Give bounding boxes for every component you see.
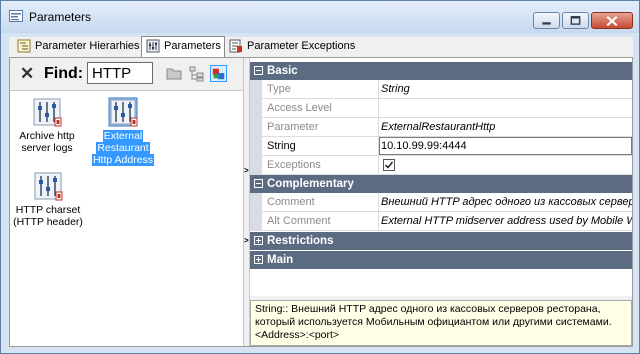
minimize-button[interactable] bbox=[533, 12, 560, 29]
tab-label: Parameters bbox=[164, 40, 221, 52]
parameter-icon bbox=[108, 97, 138, 127]
category-complementary[interactable]: Complementary bbox=[250, 175, 632, 193]
property-value: Внешний HTTP адрес одного из кассовых се… bbox=[381, 196, 632, 208]
property-row-alt-comment[interactable]: Alt Comment External HTTP midserver addr… bbox=[250, 212, 632, 231]
row-gutter bbox=[250, 193, 262, 212]
tab-label: Parameter Hierarhies bbox=[35, 40, 140, 52]
checkmark-icon bbox=[384, 161, 394, 169]
row-gutter bbox=[250, 156, 262, 175]
property-row-exceptions[interactable]: Exceptions bbox=[250, 156, 632, 175]
collapse-icon[interactable] bbox=[254, 179, 263, 188]
row-gutter bbox=[250, 99, 262, 118]
property-value: String bbox=[381, 83, 410, 95]
item-label: Archive http bbox=[19, 130, 75, 142]
property-row-type[interactable]: Type String bbox=[250, 80, 632, 99]
tree-view-icon[interactable] bbox=[188, 65, 205, 82]
row-gutter bbox=[250, 118, 262, 137]
tab-parameter-exceptions[interactable]: Parameter Exceptions bbox=[225, 37, 355, 57]
expand-icon[interactable] bbox=[254, 255, 263, 264]
item-label: Restaurant bbox=[96, 142, 150, 154]
property-row-string[interactable]: String 10.10.99.99:4444 bbox=[250, 137, 632, 156]
property-name: Exceptions bbox=[267, 156, 379, 174]
description-text: <Address>:<port> bbox=[255, 329, 340, 341]
parameter-icon bbox=[34, 172, 63, 201]
property-value: ExternalRestaurantHttp bbox=[381, 121, 496, 133]
title-bar[interactable]: Parameters bbox=[1, 1, 639, 33]
item-label: HTTP charset bbox=[15, 204, 81, 216]
list-item-http-charset[interactable]: HTTP charset (HTTP header) bbox=[12, 170, 84, 228]
maximize-button[interactable] bbox=[562, 12, 589, 29]
property-row-parameter[interactable]: Parameter ExternalRestaurantHttp bbox=[250, 118, 632, 137]
exceptions-icon bbox=[229, 39, 242, 53]
folder-icon[interactable] bbox=[166, 65, 183, 82]
tab-label: Parameter Exceptions bbox=[247, 40, 356, 52]
tab-content: ✕ Find: Archive http server logs Externa… bbox=[9, 57, 633, 347]
parameters-window: Parameters Parameter Hierarhies Paramete… bbox=[0, 0, 640, 354]
category-label: Restrictions bbox=[267, 235, 334, 247]
pane-splitter[interactable]: > > bbox=[243, 58, 250, 346]
find-toolbar: ✕ Find: bbox=[10, 58, 243, 91]
expand-icon[interactable] bbox=[254, 236, 263, 245]
property-name: Access Level bbox=[267, 99, 379, 117]
app-icon bbox=[9, 10, 23, 22]
maximize-icon bbox=[570, 16, 581, 25]
window-title: Parameters bbox=[29, 10, 92, 24]
close-button[interactable] bbox=[591, 12, 633, 29]
item-label: Http Address bbox=[91, 154, 155, 166]
property-name: Type bbox=[267, 80, 379, 98]
hierarchy-icon bbox=[17, 39, 31, 53]
row-gutter bbox=[250, 80, 262, 99]
list-item-external-restaurant-http-address[interactable]: External Restaurant Http Address bbox=[88, 96, 158, 166]
large-icons-view-icon[interactable] bbox=[210, 65, 227, 82]
item-label: server logs bbox=[21, 142, 73, 154]
category-basic[interactable]: Basic bbox=[250, 62, 632, 80]
description-text: String:: Внешний HTTP адрес одного из ка… bbox=[255, 303, 601, 315]
close-icon bbox=[606, 16, 618, 27]
category-restrictions[interactable]: Restrictions bbox=[250, 232, 632, 250]
tab-parameters[interactable]: Parameters bbox=[141, 36, 225, 57]
property-value: External HTTP midserver address used by … bbox=[381, 215, 632, 227]
category-label: Basic bbox=[267, 65, 298, 77]
row-gutter bbox=[250, 137, 262, 156]
parameters-icon bbox=[146, 39, 160, 53]
description-panel: String:: Внешний HTTP адрес одного из ка… bbox=[250, 300, 632, 346]
chevron-right-icon[interactable]: > bbox=[244, 236, 249, 245]
parameter-list-pane: ✕ Find: Archive http server logs Externa… bbox=[10, 58, 243, 346]
find-label: Find: bbox=[44, 65, 84, 82]
property-name: Alt Comment bbox=[267, 212, 379, 230]
property-name: String bbox=[267, 137, 379, 155]
category-main[interactable]: Main bbox=[250, 251, 632, 269]
description-text: который используется Мобильным официанто… bbox=[255, 316, 612, 328]
clear-find-icon[interactable]: ✕ bbox=[20, 65, 34, 82]
property-row-comment[interactable]: Comment Внешний HTTP адрес одного из кас… bbox=[250, 193, 632, 212]
item-label: External bbox=[102, 130, 144, 142]
minimize-icon bbox=[542, 22, 551, 25]
tab-strip: Parameter Hierarhies Parameters Paramete… bbox=[9, 36, 633, 57]
collapse-icon[interactable] bbox=[254, 66, 263, 75]
list-item-archive-http-server-logs[interactable]: Archive http server logs bbox=[16, 96, 78, 154]
category-label: Main bbox=[267, 254, 294, 266]
property-name: Parameter bbox=[267, 118, 379, 136]
exceptions-checkbox[interactable] bbox=[383, 159, 395, 171]
property-name: Comment bbox=[267, 193, 379, 211]
chevron-right-icon[interactable]: > bbox=[244, 166, 249, 175]
parameter-icon bbox=[33, 98, 62, 127]
tab-parameter-hierarhies[interactable]: Parameter Hierarhies bbox=[13, 37, 140, 57]
property-value bbox=[381, 99, 632, 117]
find-input[interactable] bbox=[87, 62, 153, 84]
property-row-access-level[interactable]: Access Level bbox=[250, 99, 632, 118]
item-label: (HTTP header) bbox=[13, 216, 83, 228]
property-grid: Basic Type String Access Level Parameter… bbox=[250, 58, 632, 296]
category-label: Complementary bbox=[267, 178, 354, 190]
property-value[interactable]: 10.10.99.99:4444 bbox=[381, 137, 632, 155]
row-gutter bbox=[250, 212, 262, 231]
